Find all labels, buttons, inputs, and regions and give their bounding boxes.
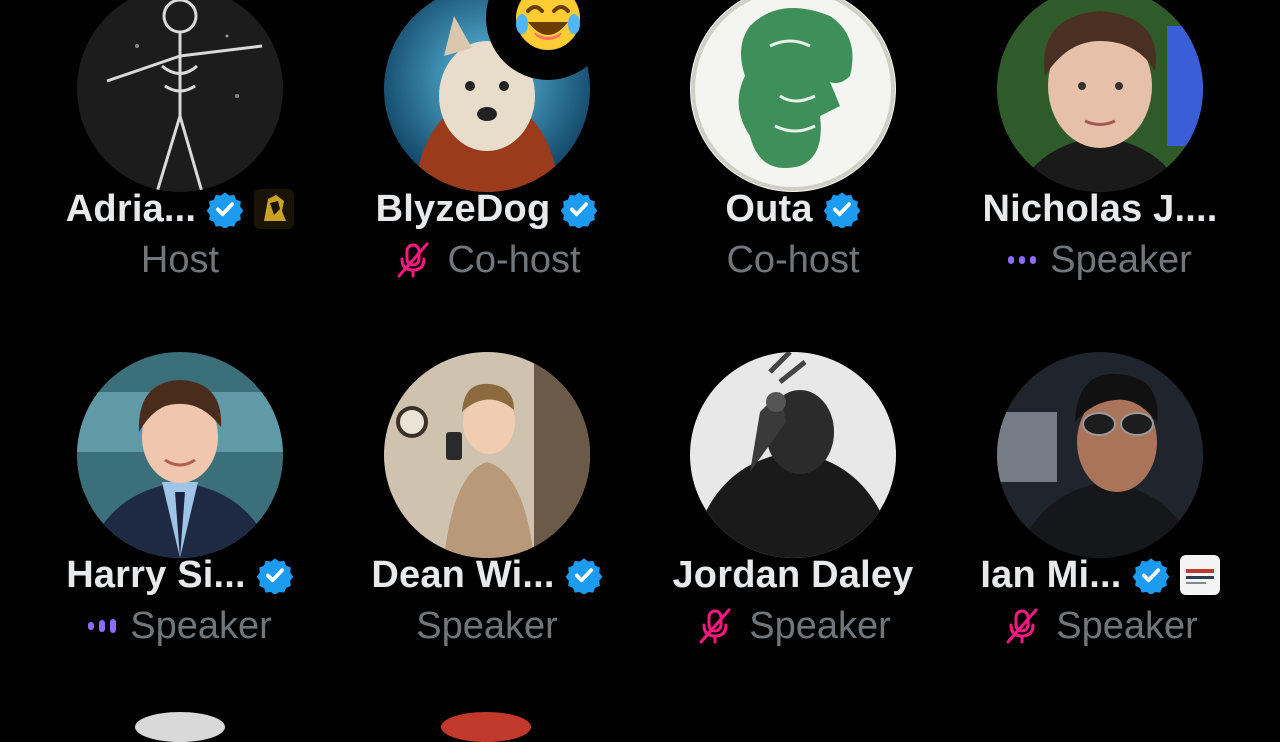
avatar[interactable] [77, 352, 283, 558]
participants-grid: Adria... Host BlyzeDog Co-host Outa Co-h… [0, 0, 1280, 742]
participant-name: Nicholas J.... [982, 187, 1218, 230]
speaking-indicator-icon [1008, 250, 1037, 270]
participant-name: BlyzeDog [375, 187, 551, 230]
participant-tile[interactable]: Nicholas J.... Speaker [947, 0, 1253, 306]
participant-name: Outa [725, 187, 813, 230]
participant-role: Host [140, 238, 220, 281]
avatar-peek [441, 712, 531, 742]
verified-badge-icon [560, 190, 598, 228]
participant-tile[interactable]: Ian Mi... Speaker [947, 352, 1253, 672]
avatar[interactable] [690, 0, 896, 192]
participant-tile[interactable]: Outa Co-host [640, 0, 946, 306]
verified-badge-icon [206, 190, 244, 228]
mic-off-icon [695, 606, 735, 646]
avatar[interactable] [690, 352, 896, 558]
participant-name: Ian Mi... [980, 553, 1122, 596]
avatar-peek [135, 712, 225, 742]
verified-badge-icon [1132, 556, 1170, 594]
participant-role: Speaker [416, 604, 558, 647]
mic-off-icon [1002, 606, 1042, 646]
lion-badge-icon [254, 189, 295, 229]
participant-name: Jordan Daley [672, 553, 914, 596]
participant-role: Speaker [130, 604, 272, 647]
participant-tile[interactable]: Dean Wi... Speaker [334, 352, 640, 672]
verified-badge-icon [823, 190, 861, 228]
participant-tile[interactable]: BlyzeDog Co-host [334, 0, 640, 306]
participant-tile[interactable]: Harry Si... Speaker [27, 352, 333, 672]
avatar[interactable] [997, 352, 1203, 558]
participant-role: Speaker [1050, 238, 1192, 281]
participant-role: Speaker [749, 604, 891, 647]
avatar[interactable] [384, 352, 590, 558]
participant-name: Harry Si... [66, 553, 246, 596]
road-to-election-badge-icon [1179, 555, 1220, 595]
verified-badge-icon [565, 556, 603, 594]
avatar[interactable] [997, 0, 1203, 192]
mic-off-icon [393, 240, 433, 280]
participant-tile[interactable]: Jordan Daley Speaker [640, 352, 946, 672]
verified-badge-icon [256, 556, 294, 594]
participant-name: Dean Wi... [371, 553, 555, 596]
participant-name: Adria... [65, 187, 197, 230]
avatar[interactable] [77, 0, 283, 192]
participant-role: Speaker [1056, 604, 1198, 647]
participant-role: Co-host [447, 238, 581, 281]
participant-tile[interactable]: Adria... Host [27, 0, 333, 306]
speaking-indicator-icon [88, 616, 117, 636]
participant-role: Co-host [726, 238, 860, 281]
joy-emoji-icon [516, 0, 580, 50]
